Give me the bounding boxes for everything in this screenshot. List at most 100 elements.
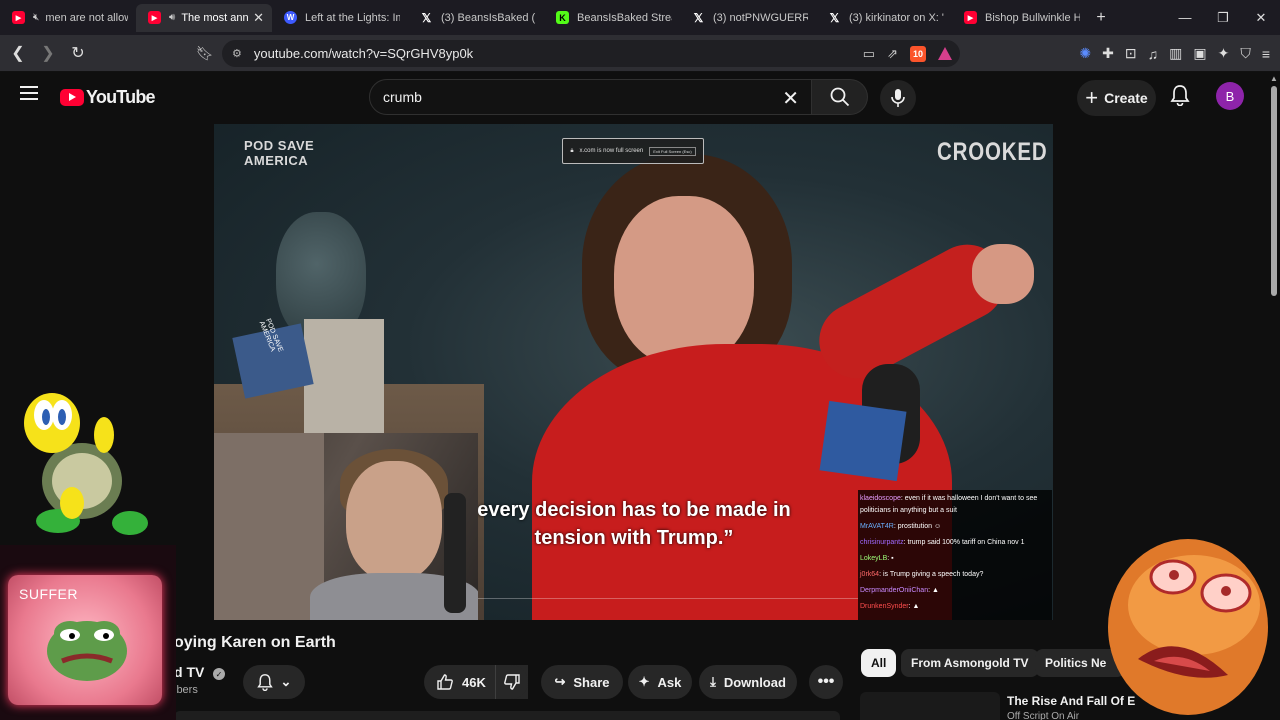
browser-tab-bar: ▶ 🔇︎ men are not allow ▶ 🔊︎ The most ann… [0,0,1280,35]
vpn-icon[interactable]: ✺ [1079,45,1091,62]
emote-icon: ▲ [931,587,939,594]
chip-all[interactable]: All [861,649,897,677]
leo-ai-icon[interactable]: ✦ [1218,45,1230,62]
video-title: oying Karen on Earth [174,634,336,651]
streamer-face [346,461,442,581]
share-button[interactable]: ↪ Share [541,665,623,699]
minimize-icon[interactable]: — [1166,0,1204,35]
tab-title: men are not allow [45,11,128,24]
studio-backdrop [304,319,384,439]
dislike-button[interactable] [495,665,528,699]
recommended-channel: Off Script On Air [1007,711,1080,720]
cube-label: POD SAVE AMERICA [257,317,284,354]
chat-message: DrunkenSynder: ▲ [860,603,920,610]
browser-tab[interactable]: 𝕏 (3) kirkinator on X: "N [816,4,952,32]
tab-title: The most anno [181,11,250,24]
subscriber-count: ibers [174,684,198,696]
back-icon[interactable]: ❮ [6,43,30,63]
youtube-icon: ▶ [964,11,977,24]
reload-icon[interactable]: ↻ [66,43,90,63]
tab-title: Left at the Lights: Ima [305,11,400,24]
download-label: Download [723,674,786,690]
vpn-shield-icon[interactable]: ⛉ [1240,45,1251,62]
chat-message: LokeyLB: ▪ [860,555,894,562]
brave-shields-icon[interactable]: 10 [910,45,926,62]
ask-button[interactable]: ✦ Ask [628,665,692,699]
screenshot-icon[interactable]: ⊡ [1125,45,1137,62]
emote-icon: ▲ [912,603,920,610]
mic-flag [819,400,907,482]
site-info-icon[interactable]: ⚙ [232,47,242,60]
muted-speaker-icon[interactable]: 🔇︎ [33,12,39,23]
lock-icon: 🔒︎ [570,147,574,154]
window-controls: — ❐ ✕ [1166,0,1280,35]
avatar[interactable]: B [1216,82,1244,110]
url-text[interactable]: youtube.com/watch?v=SQrGHV8yp0k [254,46,473,61]
close-window-icon[interactable]: ✕ [1242,0,1280,35]
sparkle-icon: ✦ [638,674,650,689]
more-actions-button[interactable]: ••• [809,665,843,699]
brave-rewards-icon[interactable] [938,47,952,60]
forward-icon[interactable]: ❯ [36,43,60,63]
cast-icon[interactable]: ▭ [863,46,875,62]
search-value: crumb [383,89,422,105]
youtube-logo[interactable]: YouTube [60,87,156,108]
browser-tab[interactable]: K BeansIsBaked Stream [544,4,680,32]
suffer-text: SUFFER [19,586,78,602]
new-tab-button[interactable]: + [1088,9,1114,27]
scroll-up-icon[interactable]: ▲ [1270,74,1278,83]
tab-title: (3) kirkinator on X: "N [849,11,944,24]
clear-search-icon[interactable]: ✕ [782,86,799,111]
exit-fullscreen-button[interactable]: Exit Full Screen (Esc) [649,146,696,156]
thumbs-up-icon [437,674,453,690]
recommended-thumbnail[interactable] [860,692,1000,720]
stream-chat: klaeidoscope: even if it was halloween I… [858,490,1052,620]
pod-save-america-watermark: POD SAVE AMERICA [244,138,315,168]
wallet-icon[interactable]: ▣ [1193,45,1206,62]
restore-icon[interactable]: ❐ [1204,0,1242,35]
voice-search-button[interactable] [880,80,916,116]
channel-name[interactable]: d TV [174,664,204,680]
scrollbar-thumb[interactable] [1271,86,1277,296]
browser-tab[interactable]: 𝕏 (3) BeansIsBaked (@B [408,4,544,32]
subscription-bell-button[interactable]: ⌄ [243,665,305,699]
share-icon[interactable]: ⇗ [887,46,898,62]
video-subtitle: every decision has to be made in tension… [477,499,791,549]
browser-tab[interactable]: 𝕏 (3) notPNWGUERRILL [680,4,816,32]
browser-tab[interactable]: W Left at the Lights: Ima [272,4,408,32]
tab-title: Bishop Bullwinkle Hel [985,11,1080,24]
bookmark-icon[interactable]: 🔖︎ [196,45,214,62]
menu-icon[interactable]: ≡ [1262,46,1270,62]
address-bar[interactable]: ⚙ youtube.com/watch?v=SQrGHV8yp0k ▭ ⇗ 10 [222,40,960,67]
fullscreen-text: x.com is now full screen [579,148,644,154]
create-button[interactable]: + Create [1077,80,1156,116]
ask-label: Ask [657,674,682,690]
close-tab-icon[interactable]: ✕ [253,10,264,26]
search-button[interactable] [812,79,868,115]
media-icon[interactable]: ♫ [1148,46,1159,62]
browser-tab-active[interactable]: ▶ 🔊︎ The most anno ✕ [136,3,272,32]
download-icon: ⤓ [710,674,716,689]
logo-text: YouTube [86,87,156,107]
chip-from-channel[interactable]: From Asmongold TV [901,649,1039,677]
speaker-icon[interactable]: 🔊︎ [169,12,175,23]
youtube-icon: ▶ [12,11,25,24]
browser-tab[interactable]: ▶ Bishop Bullwinkle Hel [952,4,1088,32]
extensions-icon[interactable]: ✚ [1102,45,1114,62]
browser-tab[interactable]: ▶ 🔇︎ men are not allow [0,4,136,32]
download-button[interactable]: ⤓ Download [699,665,797,699]
description-box[interactable] [174,711,840,720]
address-bar-actions: ▭ ⇗ 10 [863,40,952,67]
youtube-icon: ▶ [148,11,161,24]
page-scrollbar[interactable]: ▲ [1268,72,1280,720]
video-progress-bar[interactable] [478,598,858,599]
hamburger-menu-icon[interactable] [20,86,38,100]
kick-icon: K [556,11,569,24]
sidebar-icon[interactable]: ▥ [1169,45,1182,62]
search-input[interactable]: crumb ✕ [369,79,812,115]
more-horizontal-icon: ••• [817,673,835,690]
x-icon: 𝕏 [421,10,432,25]
koopa-troopa-sticker [24,393,148,535]
speaker-hand [972,244,1034,304]
notifications-button[interactable] [1170,84,1190,111]
